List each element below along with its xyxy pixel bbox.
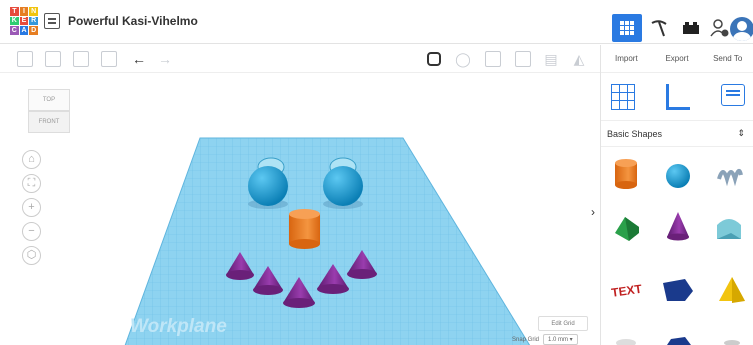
light-icon[interactable]: ◯ xyxy=(455,51,471,67)
shape-box-cylinder[interactable] xyxy=(615,159,637,189)
zoom-in-icon[interactable]: + xyxy=(22,198,41,217)
export-button[interactable]: Export xyxy=(652,54,703,63)
duplicate-icon[interactable] xyxy=(73,51,89,67)
import-button[interactable]: Import xyxy=(601,54,652,63)
logo-letter: K xyxy=(10,16,19,26)
send-to-button[interactable]: Send To xyxy=(702,54,753,63)
shape-partial[interactable] xyxy=(667,337,691,345)
shape-pyramid[interactable] xyxy=(719,277,745,303)
logo-letter: C xyxy=(10,26,19,35)
workplane-icon[interactable] xyxy=(611,84,635,110)
edit-toolbar: ← → ◯ ▤ ◭ xyxy=(0,45,600,73)
view-cube-top[interactable]: TOP xyxy=(28,89,70,111)
sphere-right-eye[interactable] xyxy=(323,166,363,209)
copy-icon[interactable] xyxy=(17,51,33,67)
shape-partial[interactable] xyxy=(616,339,636,345)
logo-letter: N xyxy=(29,7,38,16)
paste-icon[interactable] xyxy=(45,51,61,67)
bricks-view-button[interactable] xyxy=(676,14,706,42)
align-icon[interactable]: ▤ xyxy=(543,51,559,67)
snap-grid: Snap Grid 1.0 mm ▾ xyxy=(512,334,578,345)
mirror-icon[interactable]: ◭ xyxy=(571,51,587,67)
brick-icon xyxy=(683,22,699,34)
snap-grid-label: Snap Grid xyxy=(512,336,540,343)
zoom-out-icon[interactable]: − xyxy=(22,222,41,241)
logo-letter: T xyxy=(10,7,19,16)
workplane[interactable] xyxy=(122,137,535,345)
shape-palette: TEXT xyxy=(601,149,753,345)
shape-cone[interactable] xyxy=(667,212,689,241)
workplane-label: Workplane xyxy=(130,316,227,337)
pickaxe-icon xyxy=(651,20,667,37)
shape-roof[interactable] xyxy=(615,217,639,241)
shape-outline-icon[interactable] xyxy=(485,51,501,67)
view-3d-button[interactable] xyxy=(612,14,642,42)
cylinder-nose[interactable] xyxy=(289,209,320,249)
right-panel: Import Export Send To Basic Shapes ⇕ TEX… xyxy=(600,45,753,345)
shape-thumbnails: TEXT xyxy=(610,159,745,345)
logo-letter: E xyxy=(19,16,29,26)
notes-icon[interactable] xyxy=(721,84,745,106)
logo-letter: D xyxy=(29,26,38,35)
home-icon[interactable]: ⌂ xyxy=(22,150,41,169)
panel-tabs: Import Export Send To xyxy=(601,45,753,73)
snap-grid-select[interactable]: 1.0 mm ▾ xyxy=(543,334,578,345)
collapse-panel-icon[interactable]: › xyxy=(591,205,595,219)
shape-partial[interactable] xyxy=(724,340,740,345)
chevron-updown-icon: ⇕ xyxy=(737,128,745,138)
design-title[interactable]: Powerful Kasi-Vihelmo xyxy=(68,14,198,28)
perspective-icon[interactable]: ⬡ xyxy=(22,246,41,265)
note-icon[interactable] xyxy=(427,52,441,66)
design-list-icon[interactable] xyxy=(44,13,60,29)
view-cube-front[interactable]: FRONT xyxy=(28,111,70,133)
ruler-icon[interactable] xyxy=(666,84,690,110)
add-user-icon xyxy=(710,19,729,37)
tinkercad-logo[interactable]: T I N K E R C A D xyxy=(10,7,38,35)
shape-round-roof[interactable] xyxy=(717,219,741,239)
user-avatar[interactable] xyxy=(730,17,753,41)
tinkercad-editor: T I N K E R C A D Powerful Kasi-Vihelmo xyxy=(0,0,753,345)
delete-icon[interactable] xyxy=(101,51,117,67)
view-cube[interactable]: TOP FRONT xyxy=(28,89,70,133)
logo-letter: R xyxy=(29,16,38,26)
edit-grid-button[interactable]: Edit Grid xyxy=(538,316,588,331)
sphere-left-eye[interactable] xyxy=(248,166,288,209)
panel-tools xyxy=(601,73,753,121)
blocks-view-button[interactable] xyxy=(644,14,674,42)
shape-text[interactable]: TEXT xyxy=(610,282,643,300)
undo-icon[interactable]: ← xyxy=(131,51,147,67)
logo-letter: A xyxy=(19,26,29,35)
redo-icon[interactable]: → xyxy=(157,51,173,67)
top-bar: T I N K E R C A D Powerful Kasi-Vihelmo xyxy=(0,0,753,44)
logo-letter: I xyxy=(19,7,29,16)
shape-library-select[interactable]: Basic Shapes ⇕ xyxy=(601,121,753,147)
svg-text:TEXT: TEXT xyxy=(610,282,643,300)
fit-view-icon[interactable]: ⛶ xyxy=(22,174,41,193)
shape-library-label: Basic Shapes xyxy=(607,128,663,139)
shape-polygon[interactable] xyxy=(663,279,693,301)
shape-scribble[interactable] xyxy=(717,168,743,187)
scene: Workplane xyxy=(122,137,535,345)
grid-view-icon xyxy=(620,21,634,35)
3d-viewport[interactable]: Workplane xyxy=(0,74,600,345)
shape-sphere[interactable] xyxy=(666,164,690,188)
shape-solid-icon[interactable] xyxy=(515,51,531,67)
